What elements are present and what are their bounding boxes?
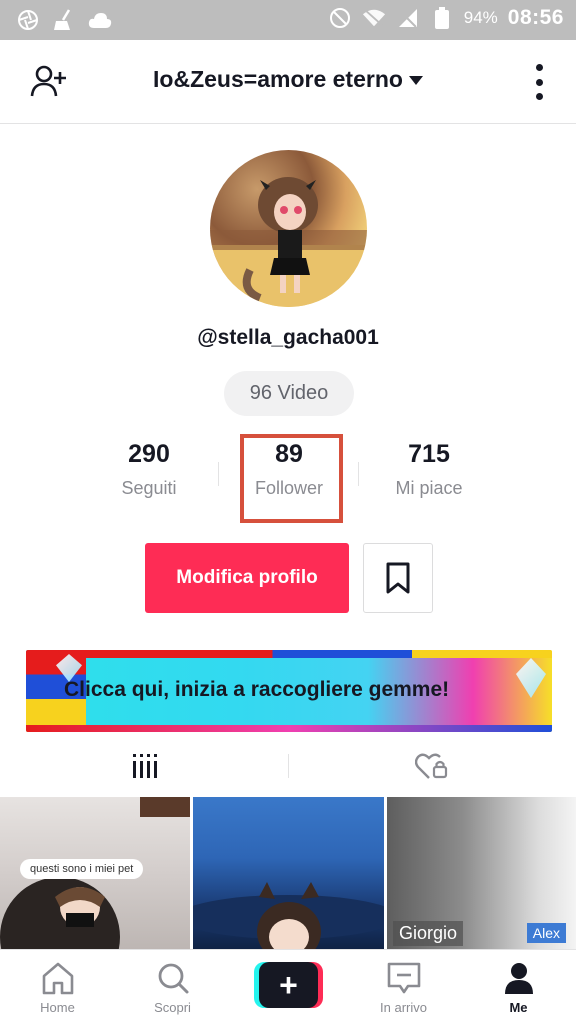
tab-liked-private[interactable] bbox=[288, 740, 576, 792]
home-icon bbox=[42, 962, 73, 995]
plus-icon: + bbox=[259, 962, 318, 1008]
videos-count-pill[interactable]: 96 Video bbox=[224, 371, 354, 416]
banner-text: Clicca qui, inizia a raccogliere gemme! bbox=[64, 678, 450, 701]
edit-profile-button[interactable]: Modifica profilo bbox=[145, 543, 349, 613]
name-tag: Alex bbox=[526, 923, 566, 943]
account-switcher[interactable]: Io&Zeus=amore eterno bbox=[0, 66, 576, 93]
banner-decoration bbox=[26, 725, 552, 732]
avatar[interactable] bbox=[210, 150, 367, 307]
nav-me[interactable]: Me bbox=[461, 950, 576, 1024]
clock: 08:56 bbox=[507, 6, 564, 29]
create-video-button[interactable]: + bbox=[254, 962, 323, 1008]
favorites-button[interactable] bbox=[363, 543, 433, 613]
following-label: Seguiti bbox=[121, 478, 177, 498]
video-thumbnail[interactable] bbox=[193, 797, 384, 949]
broom-icon bbox=[52, 8, 76, 32]
nav-inbox[interactable]: In arrivo bbox=[346, 950, 461, 1024]
profile-tabs bbox=[0, 740, 576, 792]
following-count: 290 bbox=[128, 440, 170, 468]
nav-discover[interactable]: Scopri bbox=[115, 950, 230, 1024]
inbox-icon bbox=[387, 962, 420, 994]
tab-videos[interactable] bbox=[0, 740, 288, 792]
search-icon bbox=[158, 963, 188, 994]
likes-count: 715 bbox=[408, 440, 450, 468]
gems-promo-banner[interactable]: Clicca qui, inizia a raccogliere gemme! bbox=[26, 650, 552, 732]
grid-icon bbox=[133, 754, 157, 778]
battery-percent: 94% bbox=[463, 8, 498, 27]
locked-heart-icon bbox=[415, 753, 448, 779]
do-not-disturb-icon bbox=[328, 6, 352, 30]
video-caption: questi sono i miei pet bbox=[20, 859, 144, 879]
stat-likes[interactable]: 715 Mi piace bbox=[354, 440, 504, 499]
nav-inbox-label: In arrivo bbox=[380, 1000, 427, 1015]
page-title[interactable]: Io&Zeus=amore eterno bbox=[153, 66, 403, 92]
nav-home[interactable]: Home bbox=[0, 950, 115, 1024]
battery-icon bbox=[430, 6, 454, 30]
wifi-icon bbox=[362, 6, 386, 30]
bottom-nav: Home Scopri + In arrivo Me bbox=[0, 949, 576, 1024]
stat-following[interactable]: 290 Seguiti bbox=[74, 440, 224, 499]
video-thumbnail[interactable]: questi sono i miei pet bbox=[0, 797, 190, 949]
video-grid: questi sono i miei pet Giorgio Alex bbox=[0, 797, 576, 949]
likes-label: Mi piace bbox=[395, 478, 463, 498]
nav-discover-label: Scopri bbox=[154, 1000, 191, 1015]
bookmark-icon bbox=[386, 562, 410, 594]
gem-icon bbox=[516, 658, 546, 698]
caret-down-icon[interactable] bbox=[408, 76, 423, 86]
followers-highlight-box bbox=[240, 434, 343, 523]
profile-header: Io&Zeus=amore eterno bbox=[0, 40, 576, 124]
video-thumbnail[interactable]: Giorgio Alex bbox=[387, 797, 576, 949]
nav-me-label: Me bbox=[509, 1000, 528, 1015]
signal-icon bbox=[396, 6, 420, 30]
username: @stella_gacha001 bbox=[197, 326, 379, 349]
name-tag: Giorgio bbox=[393, 921, 464, 946]
aperture-icon bbox=[16, 8, 40, 32]
profile-icon bbox=[504, 963, 533, 994]
nav-home-label: Home bbox=[40, 1000, 75, 1015]
more-options-icon[interactable] bbox=[532, 64, 546, 100]
banner-decoration bbox=[86, 650, 552, 658]
cloud-icon bbox=[88, 8, 112, 32]
status-bar: 94% 08:56 bbox=[0, 0, 576, 40]
